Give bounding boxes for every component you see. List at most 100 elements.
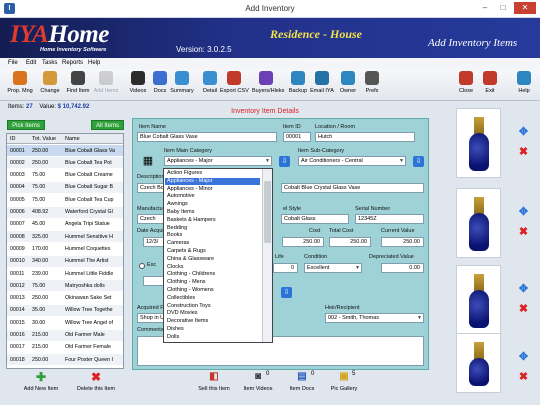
category-arrow-icon[interactable]: ⇩ xyxy=(279,156,290,167)
dropdown-option[interactable]: Baby Items xyxy=(165,209,260,217)
toolbar-email-iya-button[interactable]: Email IYA xyxy=(308,71,336,99)
edit-photo-icon[interactable]: ✥ xyxy=(517,351,530,364)
table-row[interactable]: 00014 35.00 Willow Tree Togethe xyxy=(7,304,123,316)
edit-photo-icon[interactable]: ✥ xyxy=(517,126,530,139)
dropdown-option[interactable]: Bedding xyxy=(165,225,260,233)
pic-gallery-button[interactable]: ▣ 5 Pic Gallery xyxy=(326,370,362,392)
description-field-left[interactable]: Czech Bo xyxy=(137,183,165,193)
toolbar-change-button[interactable]: Change xyxy=(36,71,64,99)
dropdown-option[interactable]: Cameras xyxy=(165,240,260,248)
item-list[interactable]: ID Tot. Value Name 00001 250.00 Blue Cobal… xyxy=(6,133,124,369)
location-field[interactable]: Hutch xyxy=(315,132,415,142)
extra-field[interactable] xyxy=(143,276,165,286)
dropdown-option[interactable]: Decorative Items xyxy=(165,318,260,326)
dropdown-option[interactable]: Dishes xyxy=(165,326,260,334)
category-dropdown-list[interactable]: Action Figures Appliances - Major Applianc… xyxy=(163,168,273,343)
dropdown-option[interactable]: Clothing - Childrens xyxy=(165,271,260,279)
table-row[interactable]: 00016 215.00 Old Farmer Male xyxy=(7,329,123,341)
table-row[interactable]: 00006 408.92 Waterford Crystal Gl xyxy=(7,206,123,218)
item-photo[interactable] xyxy=(456,108,501,178)
table-row[interactable]: 00018 250.00 Four Poster Queen I xyxy=(7,354,123,366)
delete-item-button[interactable]: ✖ Delete this Item xyxy=(70,370,122,392)
dropdown-option[interactable]: China & Glassware xyxy=(165,256,260,264)
dropdown-option[interactable]: Collectibles xyxy=(165,295,260,303)
model-style-field[interactable]: Cobalt Glass xyxy=(281,214,349,224)
dropdown-option[interactable]: Clothing - Mens xyxy=(165,279,260,287)
acquired-from-field[interactable]: Shop in U xyxy=(137,313,165,323)
dropdown-scrollbar[interactable] xyxy=(262,169,272,342)
item-docs-button[interactable]: ▤ 0 Item Docs xyxy=(285,370,319,392)
item-photo[interactable] xyxy=(456,333,501,393)
dropdown-option[interactable]: Clothing - Womens xyxy=(165,287,260,295)
table-row[interactable]: 00010 340.00 Hummel The Artist xyxy=(7,255,123,267)
close-window-icon[interactable]: ✕ xyxy=(514,2,536,14)
dropdown-scroll-thumb[interactable] xyxy=(264,181,271,243)
menu-file[interactable]: File xyxy=(8,60,18,66)
table-row[interactable]: 00017 215.00 Old Farmer Female xyxy=(7,342,123,353)
subcategory-arrow-icon[interactable]: ⇩ xyxy=(413,156,424,167)
dropdown-option[interactable]: Appliances - Major xyxy=(165,177,260,186)
maximize-icon[interactable]: □ xyxy=(496,2,510,14)
column-header-value[interactable]: Tot. Value xyxy=(32,136,56,142)
pick-items-button[interactable]: Pick Items xyxy=(7,120,45,130)
toolbar-export-csv-button[interactable]: Export CSV xyxy=(220,71,249,99)
table-row[interactable]: 00013 250.00 Okinawan Sake Set xyxy=(7,293,123,304)
minimize-icon[interactable]: – xyxy=(478,2,492,14)
edit-photo-icon[interactable]: ✥ xyxy=(517,206,530,219)
serial-field[interactable]: 12345Z xyxy=(355,214,424,224)
table-row[interactable]: 00009 170.00 Hummel Coquettes xyxy=(7,243,123,254)
table-row[interactable]: 00004 75.00 Blue Cobalt Sugar B xyxy=(7,181,123,193)
dropdown-option[interactable]: Baskets & Hampers xyxy=(165,217,260,225)
delete-photo-icon[interactable]: ✖ xyxy=(517,371,530,384)
toolbar-buyers-hleks-button[interactable]: Buyers/Hleks xyxy=(252,71,284,99)
dropdown-option[interactable]: Appliances - Minor xyxy=(165,186,260,194)
delete-photo-icon[interactable]: ✖ xyxy=(517,146,530,159)
table-row[interactable]: 00003 75.00 Blue Cobalt Creame xyxy=(7,170,123,181)
dropdown-option[interactable]: Books xyxy=(165,232,260,240)
heir-select[interactable]: 002 - Smith, Thomas xyxy=(325,313,424,323)
menu-tasks[interactable]: Tasks xyxy=(42,60,57,66)
sub-category-select[interactable]: Air Conditioners - Central xyxy=(298,156,406,166)
manufacturer-field[interactable]: Czech xyxy=(137,214,165,224)
dropdown-option[interactable]: DVD Movies xyxy=(165,310,260,318)
cost-field[interactable]: 250.00 xyxy=(282,237,324,247)
table-row[interactable]: 00011 239.00 Hummel Little Fiddle xyxy=(7,268,123,279)
item-photo[interactable] xyxy=(456,265,501,335)
all-items-button[interactable]: All Items xyxy=(91,120,124,130)
dropdown-option[interactable]: Action Figures xyxy=(165,170,260,178)
edit-photo-icon[interactable]: ✥ xyxy=(517,283,530,296)
date-acquired-field[interactable]: 12/3/ xyxy=(143,237,165,247)
table-row[interactable]: 00005 75.00 Blue Cobalt Tea Cup xyxy=(7,194,123,205)
dropdown-option[interactable]: Clocks xyxy=(165,264,260,272)
table-row[interactable]: 00012 75.00 Matryoshka dolls xyxy=(7,280,123,292)
table-row[interactable]: 00015 30.00 Willow Tree Angel of xyxy=(7,317,123,328)
table-row[interactable]: 00007 45.00 Angela Tripi Statue xyxy=(7,219,123,230)
toolbar-prefs-button[interactable]: Prefs xyxy=(358,71,386,99)
dropdown-option[interactable]: Construction Toys xyxy=(165,303,260,311)
toolbar-exit-button[interactable]: Exit xyxy=(476,71,504,99)
toolbar-help-button[interactable]: Help xyxy=(510,71,538,99)
condition-select[interactable]: Excellent xyxy=(304,263,362,273)
item-photo[interactable] xyxy=(456,188,501,258)
menu-reports[interactable]: Reports xyxy=(62,60,83,66)
life-field[interactable]: 0 xyxy=(273,263,298,273)
toolbar-summary-button[interactable]: Summary xyxy=(168,71,196,99)
delete-photo-icon[interactable]: ✖ xyxy=(517,226,530,239)
menu-help[interactable]: Help xyxy=(88,60,100,66)
exclude-radio[interactable] xyxy=(139,263,145,269)
current-value-field[interactable]: 250.00 xyxy=(381,237,424,247)
location-arrow-icon[interactable]: ⇩ xyxy=(281,287,292,298)
menu-edit[interactable]: Edit xyxy=(26,60,36,66)
add-new-item-button[interactable]: ✚ Add New Item xyxy=(16,370,66,392)
column-header-name[interactable]: Name xyxy=(65,136,80,142)
delete-photo-icon[interactable]: ✖ xyxy=(517,303,530,316)
sell-item-button[interactable]: ◧ Sell this Item xyxy=(192,370,236,392)
dropdown-option[interactable]: Automotive xyxy=(165,193,260,201)
dropdown-option[interactable]: Awnings xyxy=(165,201,260,209)
dropdown-option[interactable]: Dolls xyxy=(165,334,260,342)
toolbar-prop-mng-button[interactable]: Prop. Mng xyxy=(6,71,34,99)
dropdown-option[interactable]: Carpets & Rugs xyxy=(165,248,260,256)
table-row[interactable]: 00001 250.00 Blue Cobalt Glass Va xyxy=(7,145,123,156)
item-name-field[interactable]: Blue Cobalt Glass Vase xyxy=(137,132,277,142)
table-row[interactable]: 00002 250.00 Blue Cobalt Tea Pot xyxy=(7,157,123,169)
